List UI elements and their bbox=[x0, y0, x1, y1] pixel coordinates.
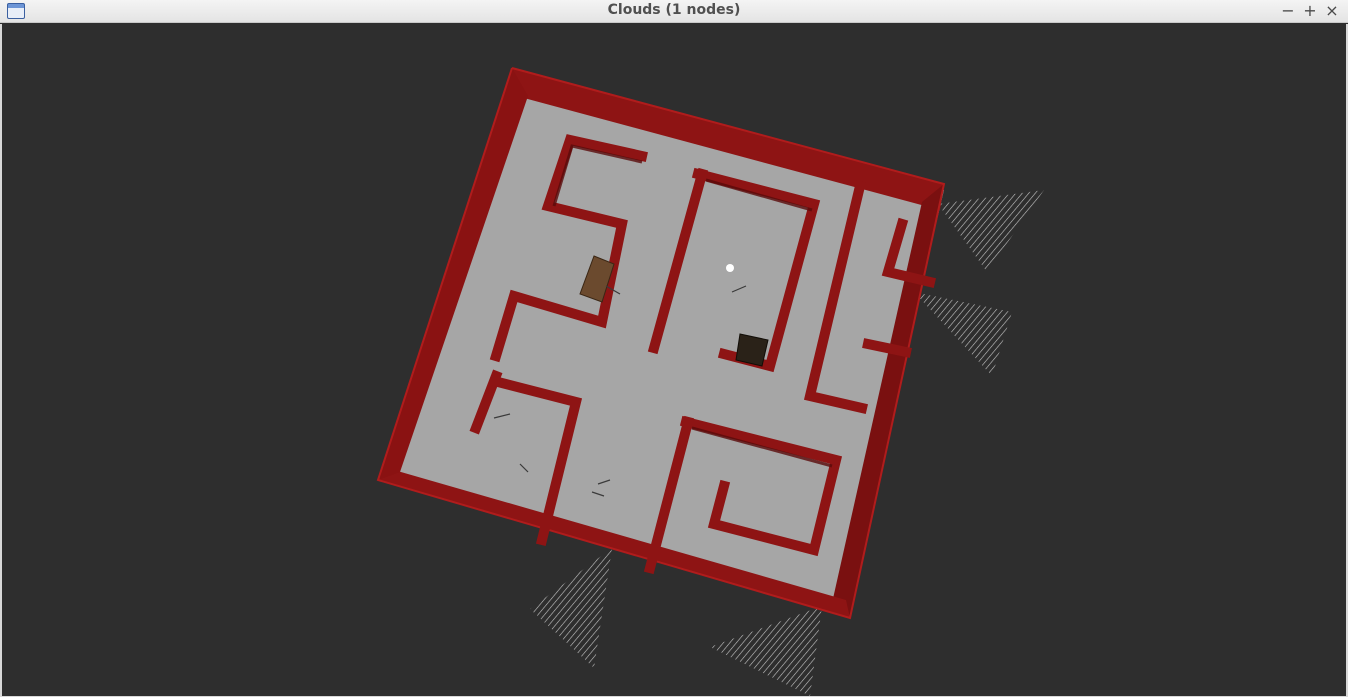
scan-fan-bottom-left bbox=[530, 548, 612, 668]
scan-fan-right-lower bbox=[914, 292, 1012, 376]
close-button[interactable]: × bbox=[1322, 1, 1342, 21]
scan-fan-right-upper bbox=[938, 190, 1044, 272]
title-bar[interactable]: Clouds (1 nodes) − + × bbox=[0, 0, 1348, 23]
robot-origin-marker bbox=[726, 264, 734, 272]
maximize-button[interactable]: + bbox=[1300, 1, 1320, 21]
minimize-button[interactable]: − bbox=[1278, 1, 1298, 21]
point-cloud-canvas[interactable] bbox=[2, 24, 1346, 696]
scan-fan-bottom-right bbox=[710, 606, 822, 696]
window-title: Clouds (1 nodes) bbox=[607, 2, 741, 18]
point-cloud-viewport[interactable] bbox=[2, 24, 1346, 696]
dark-box bbox=[735, 333, 769, 367]
clouds-window: Clouds (1 nodes) − + × bbox=[0, 0, 1348, 697]
